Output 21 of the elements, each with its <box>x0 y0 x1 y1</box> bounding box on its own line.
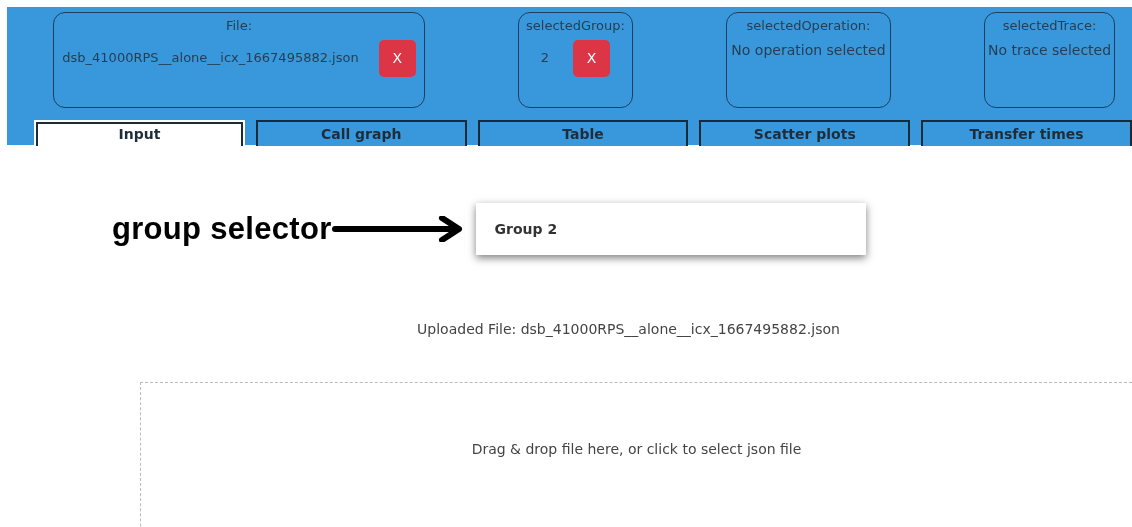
arrow-icon <box>331 216 464 242</box>
tab[interactable]: Table <box>477 120 689 146</box>
panel-label: selectedTrace: <box>1001 17 1098 35</box>
panel-value: No trace selected <box>987 41 1112 58</box>
clear-button[interactable]: X <box>378 39 416 77</box>
group-selector[interactable]: Group 2 <box>475 203 866 255</box>
uploaded-file-text: Uploaded File: dsb_41000RPS__alone__icx_1667495882.json <box>417 321 840 337</box>
panel-value: 2 <box>540 49 550 68</box>
panel-label: selectedOperation: <box>745 17 872 35</box>
tab[interactable]: Transfer times <box>921 120 1132 146</box>
clear-button[interactable]: X <box>573 39 611 77</box>
panel-label: selectedGroup: <box>525 17 626 35</box>
tab[interactable]: Scatter plots <box>699 120 911 146</box>
panel-value: dsb_41000RPS__alone__icx_1667495882.json <box>62 49 359 68</box>
panel-label: File: <box>224 17 254 35</box>
tab[interactable]: Input <box>34 120 245 146</box>
tab[interactable]: Call graph <box>255 120 467 146</box>
annotation-label: group selector <box>112 209 332 248</box>
panel-value: No operation selected <box>731 41 886 58</box>
dropzone-text: Drag & drop file here, or click to select json file <box>471 440 802 459</box>
dropzone[interactable]: Drag & drop file here, or click to select json file <box>140 382 1132 527</box>
